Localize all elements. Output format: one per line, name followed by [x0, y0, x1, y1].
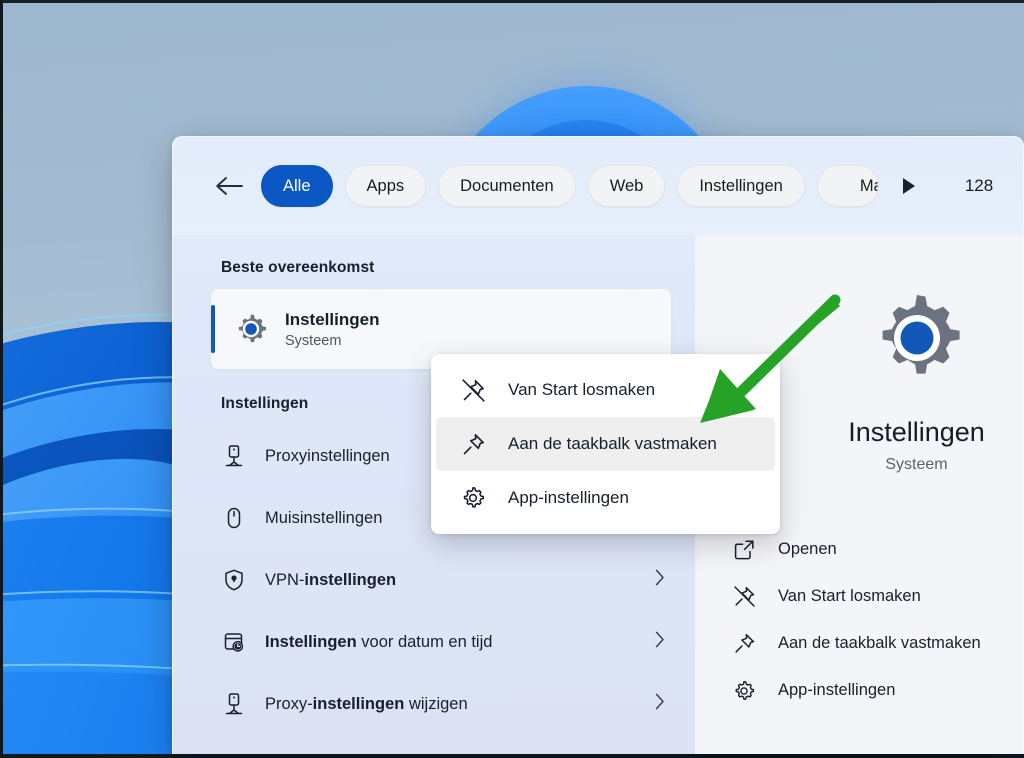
back-arrow-icon[interactable]: [213, 170, 245, 202]
preview-action-label: Aan de taakbalk vastmaken: [778, 634, 981, 653]
search-filter-bar: Alle Apps Documenten Web Instellingen Ma…: [173, 137, 1023, 235]
play-triangle-icon[interactable]: [897, 174, 921, 198]
preview-action-label: Openen: [778, 540, 837, 559]
preview-subtitle: Systeem: [885, 456, 947, 474]
preview-action-app-instellingen[interactable]: App-instellingen: [730, 667, 1023, 714]
filter-chip-apps[interactable]: Apps: [345, 165, 427, 207]
list-item-label: Instellingen voor datum en tijd: [265, 633, 655, 652]
unpin-icon: [460, 378, 486, 403]
mouse-icon: [221, 506, 247, 530]
filter-chip-web[interactable]: Web: [588, 165, 666, 207]
preview-action-label: App-instellingen: [778, 681, 895, 700]
context-menu-item-van-start-losmaken[interactable]: Van Start losmaken: [436, 363, 775, 417]
pin-icon: [730, 632, 758, 655]
open-external-icon: [730, 539, 758, 560]
filter-chip-documenten[interactable]: Documenten: [438, 165, 576, 207]
context-menu-item-label: Van Start losmaken: [508, 380, 655, 400]
list-item-label: VPN-instellingen: [265, 571, 655, 590]
gear-icon: [460, 486, 486, 510]
filter-chip-label: Apps: [367, 177, 405, 196]
filter-chip-mappen[interactable]: Mappen: [817, 165, 879, 207]
settings-gear-icon-large: [869, 290, 965, 391]
filter-chip-instellingen[interactable]: Instellingen: [677, 165, 804, 207]
pin-icon: [460, 432, 486, 457]
screen-left-border: [0, 0, 3, 758]
screen-top-border: [0, 0, 1024, 3]
best-match-title: Instellingen: [285, 310, 379, 330]
chevron-right-icon: [655, 693, 665, 715]
gear-icon: [730, 680, 758, 702]
context-menu: Van Start losmaken Aan de taakbalk vastm…: [431, 354, 780, 534]
filter-chip-label: Instellingen: [699, 177, 782, 196]
date-time-icon: [221, 630, 247, 654]
list-item-label: Proxy-instellingen wijzigen: [265, 695, 655, 714]
settings-gear-icon: [231, 312, 271, 346]
best-match-heading: Beste overeenkomst: [173, 249, 695, 289]
chevron-right-icon: [655, 569, 665, 591]
list-item-proxy-instellingen-wijzigen[interactable]: Proxy-instellingen wijzigen: [173, 673, 695, 735]
preview-action-list: Openen Van Start losmaken: [702, 526, 1023, 714]
shield-icon: [221, 568, 247, 592]
list-item-datum-en-tijd[interactable]: Instellingen voor datum en tijd: [173, 611, 695, 673]
filter-chip-group: Alle Apps Documenten Web Instellingen Ma…: [261, 165, 879, 207]
context-menu-item-label: App-instellingen: [508, 488, 629, 508]
preview-action-van-start-losmaken[interactable]: Van Start losmaken: [730, 573, 1023, 620]
filter-chip-label: Web: [610, 177, 644, 196]
context-menu-item-label: Aan de taakbalk vastmaken: [508, 434, 717, 454]
unpin-icon: [730, 585, 758, 608]
server-icon: [221, 444, 247, 468]
screen-bottom-border: [0, 754, 1024, 758]
context-menu-item-app-instellingen[interactable]: App-instellingen: [436, 471, 775, 525]
context-menu-item-aan-de-taakbalk-vastmaken[interactable]: Aan de taakbalk vastmaken: [436, 417, 775, 471]
best-match-subtitle: Systeem: [285, 333, 379, 349]
filter-chip-label: Documenten: [460, 177, 554, 196]
server-icon: [221, 692, 247, 716]
preview-action-aan-de-taakbalk-vastmaken[interactable]: Aan de taakbalk vastmaken: [730, 620, 1023, 667]
filter-chip-label: Mappen: [839, 177, 879, 196]
list-item-vpn-instellingen[interactable]: VPN-instellingen: [173, 549, 695, 611]
chevron-right-icon: [655, 631, 665, 653]
filter-chip-alle[interactable]: Alle: [261, 165, 333, 207]
filter-chip-label: Alle: [283, 177, 311, 196]
preview-action-label: Van Start losmaken: [778, 587, 921, 606]
preview-title: Instellingen: [848, 417, 985, 448]
result-counter: 128: [965, 176, 993, 196]
